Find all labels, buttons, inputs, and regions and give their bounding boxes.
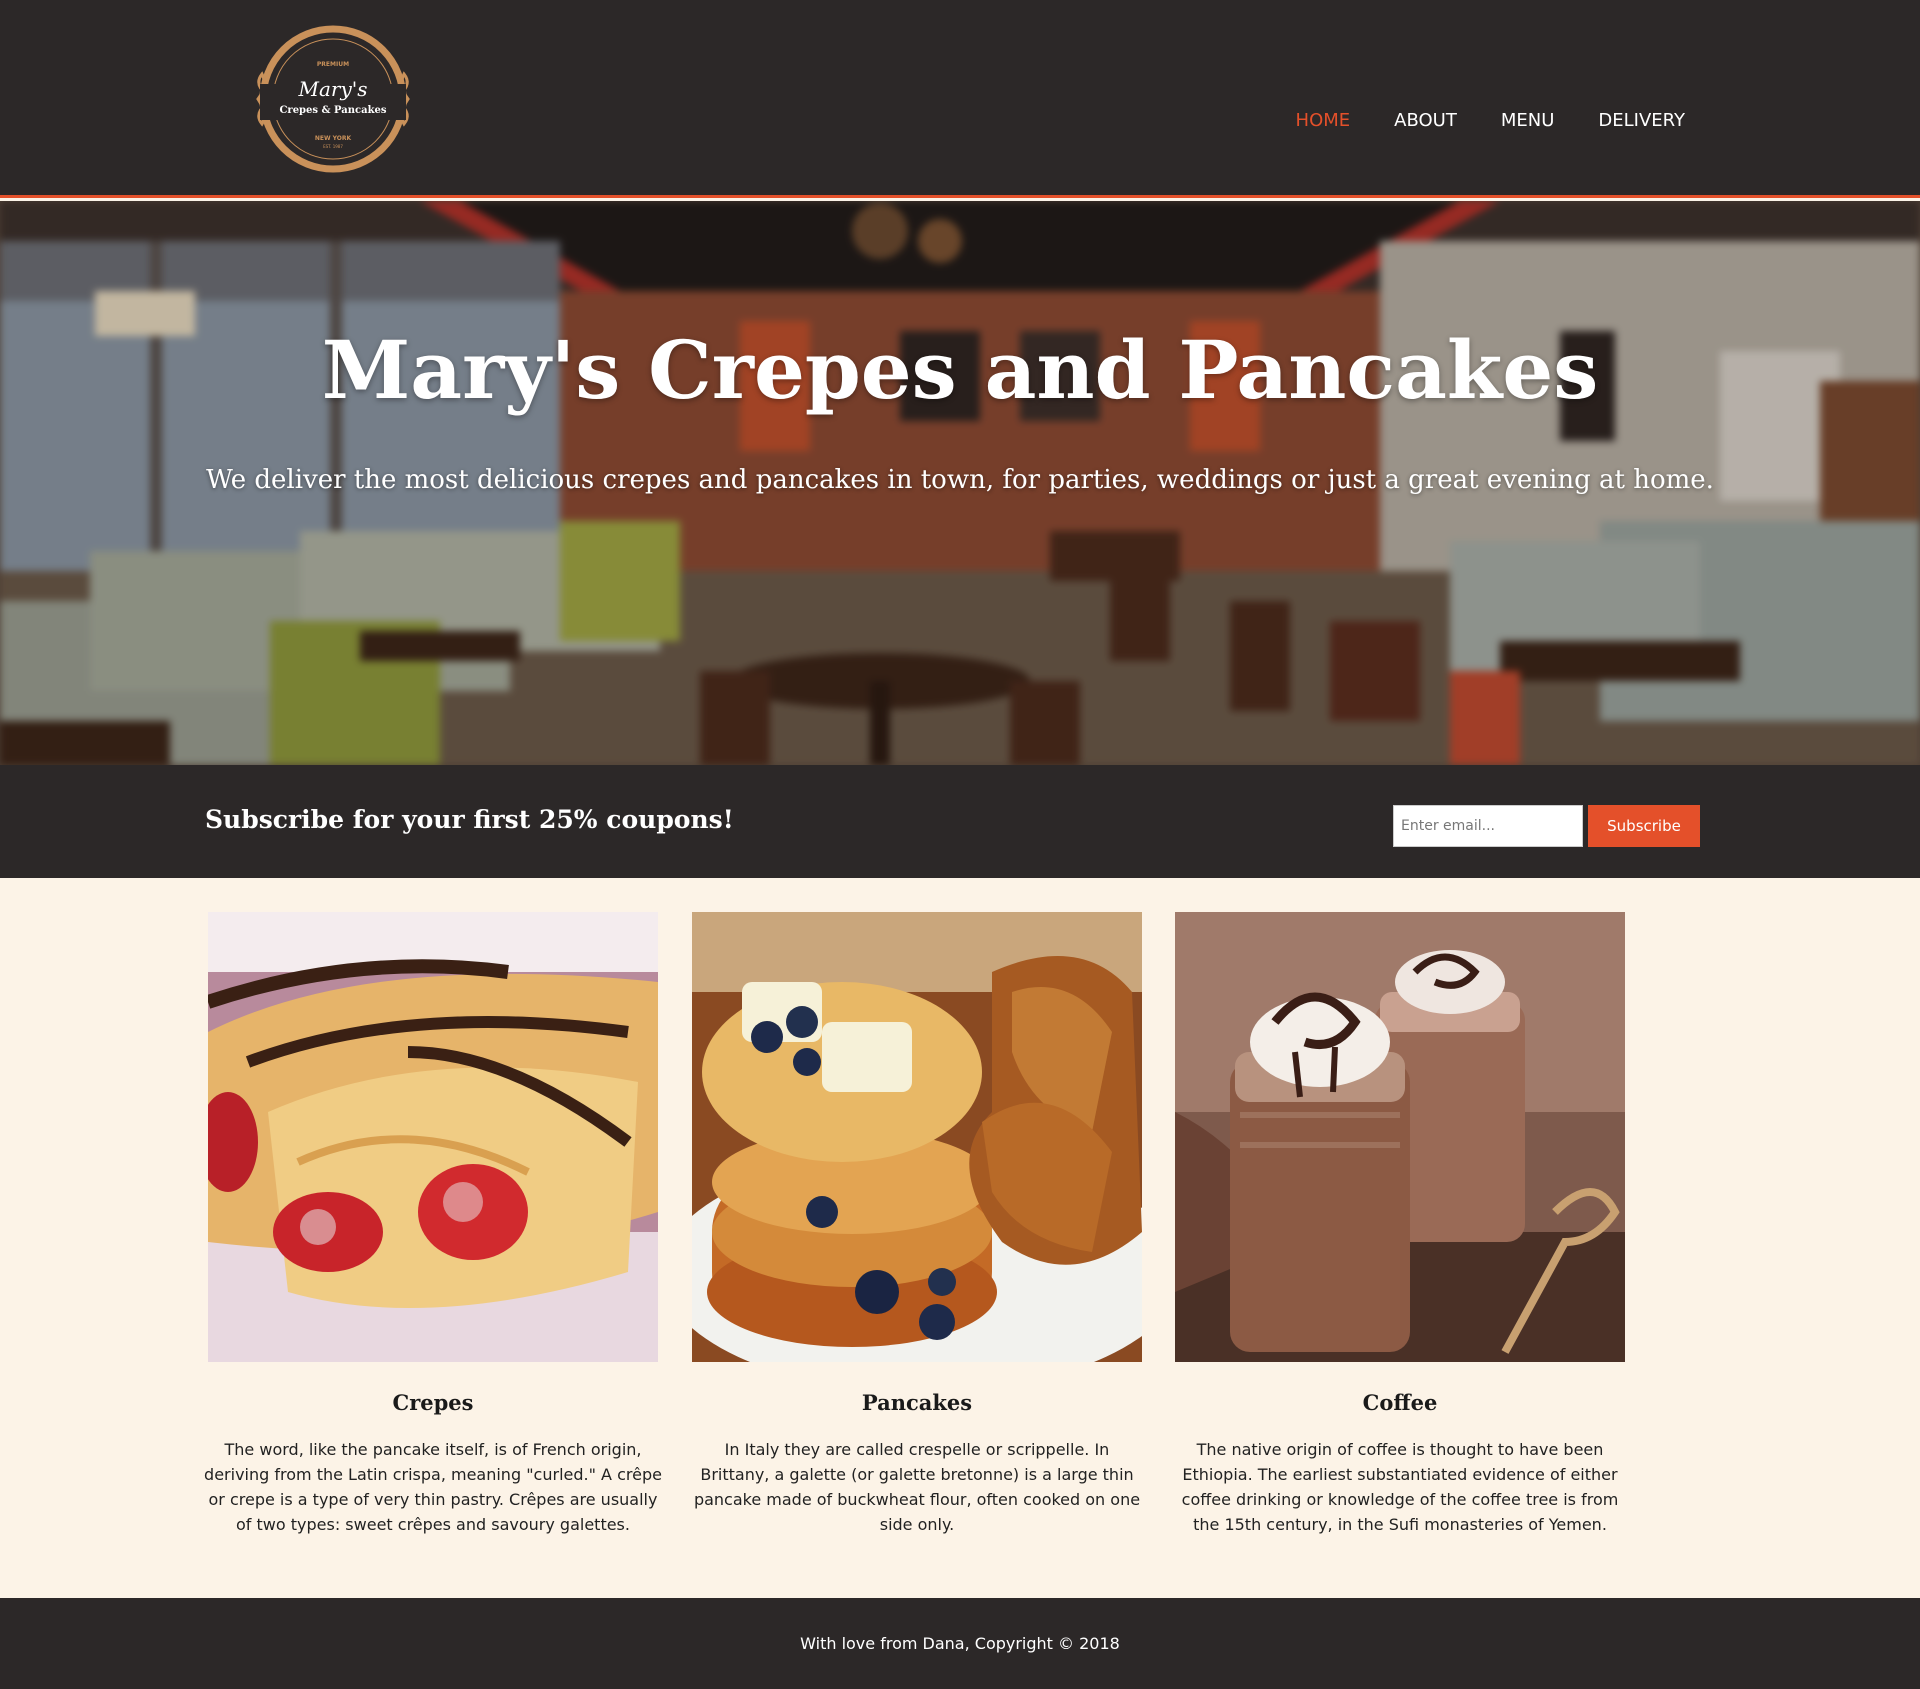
subscribe-button[interactable]: Subscribe [1588,805,1700,847]
site-footer: With love from Dana, Copyright © 2018 [0,1598,1920,1689]
nav-delivery[interactable]: DELIVERY [1598,110,1685,131]
logo-city: NEW YORK [315,135,352,142]
nav-home[interactable]: HOME [1296,110,1351,131]
card-title-coffee: Coffee [1362,1390,1438,1415]
coffee-image [1175,912,1625,1362]
subscribe-bar: Subscribe for your first 25% coupons! Su… [0,765,1920,878]
footer-copyright: With love from Dana, Copyright © 2018 [800,1634,1120,1653]
hero-subtitle: We deliver the most delicious crepes and… [206,465,1714,495]
nav-about[interactable]: ABOUT [1394,110,1457,131]
card-text-pancakes: In Italy they are called crespelle or sc… [693,1440,1141,1534]
pancakes-image [692,912,1142,1362]
card-text-crepes: The word, like the pancake itself, is of… [204,1440,662,1534]
crepes-image [208,912,658,1362]
marys-logo[interactable]: PREMIUM Mary's Crepes & Pancakes NEW YOR… [248,24,418,174]
card-title-pancakes: Pancakes [861,1390,973,1415]
card-title-crepes: Crepes [392,1390,474,1415]
card-coffee: Coffee The native origin of coffee is th… [1175,912,1625,1537]
logo-est: EST. 1987 [323,144,343,149]
hero-title: Mary's Crepes and Pancakes [321,323,1599,417]
nav-menu[interactable]: MENU [1501,110,1555,131]
card-crepes: Crepes The word, like the pancake itself… [204,912,662,1537]
logo-premium: PREMIUM [317,61,349,68]
logo-name: Mary's [297,77,367,101]
card-pancakes: Pancakes In Italy they are called crespe… [692,912,1142,1537]
main-nav: HOME ABOUT MENU DELIVERY [1296,110,1685,131]
hero-banner: Mary's Crepes and Pancakes We deliver th… [0,201,1920,765]
site-header: PREMIUM Mary's Crepes & Pancakes NEW YOR… [0,0,1920,198]
email-input[interactable] [1393,805,1583,847]
card-text-coffee: The native origin of coffee is thought t… [1181,1440,1619,1534]
logo-subtitle: Crepes & Pancakes [279,105,386,116]
subscribe-text: Subscribe for your first 25% coupons! [205,805,734,834]
